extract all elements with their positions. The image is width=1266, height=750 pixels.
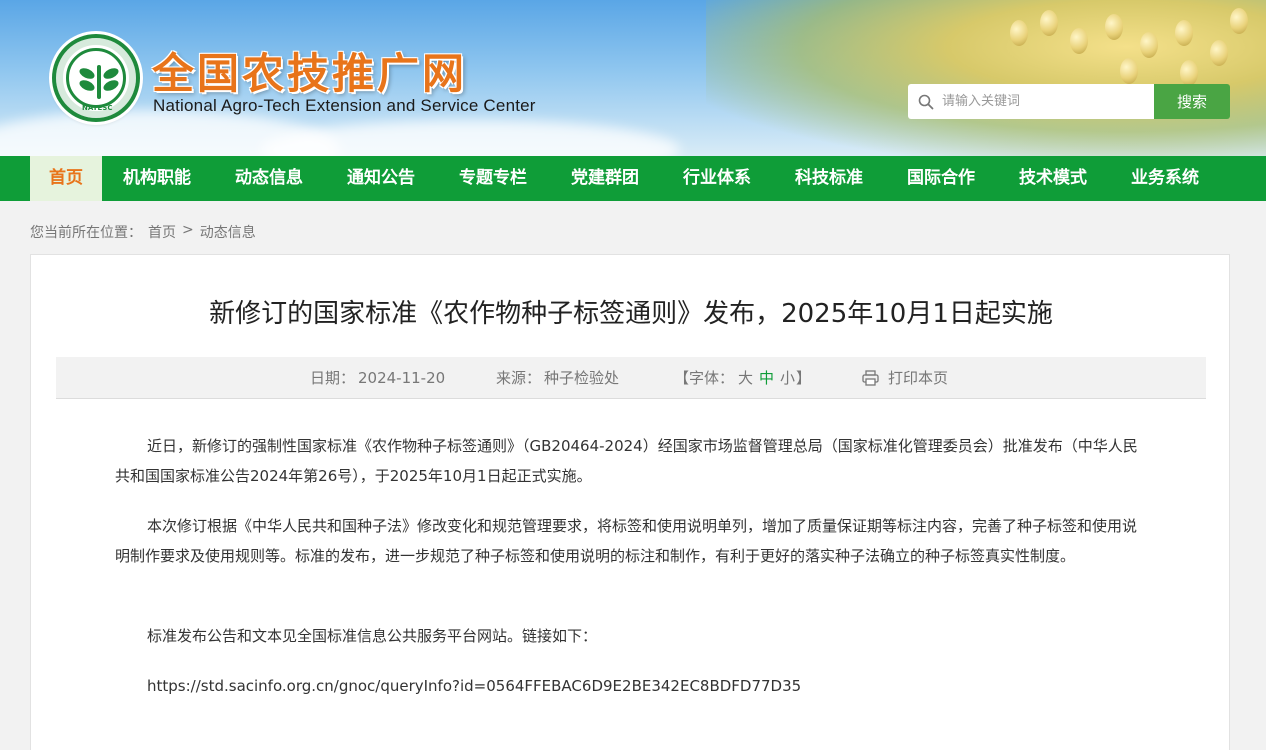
logo-emblem (66, 48, 126, 108)
nav-item-international[interactable]: 国际合作 (891, 156, 991, 201)
breadcrumb: 您当前所在位置： 首页 > 动态信息 (30, 222, 256, 242)
breadcrumb-current[interactable]: 动态信息 (200, 222, 256, 242)
article-paragraph: 本次修订根据《中华人民共和国种子法》修改变化和规范管理要求，将标签和使用说明单列… (115, 517, 1138, 565)
header-banner: NATESC 全国农技推广网 National Agro-Tech Extens… (0, 0, 1266, 156)
grain-decoration (1230, 8, 1248, 34)
logo-leaf (77, 78, 97, 93)
search-icon (918, 94, 934, 109)
site-logo[interactable]: NATESC (52, 34, 140, 122)
date-label: 日期： (310, 369, 356, 387)
grain-decoration (1040, 10, 1058, 36)
breadcrumb-prefix: 您当前所在位置： (30, 225, 142, 241)
logo-leaf (101, 66, 121, 81)
font-size-open: 【字体： (674, 369, 735, 387)
logo-leaf (101, 78, 121, 93)
logo-leaf (77, 66, 97, 81)
source-label: 来源： (496, 369, 542, 387)
nav-item-industry[interactable]: 行业体系 (667, 156, 767, 201)
font-size-close: 】 (796, 369, 812, 387)
grain-decoration (1140, 32, 1158, 58)
search-box (908, 84, 1154, 119)
print-page-link[interactable]: 打印本页 (888, 357, 948, 399)
grain-decoration (1175, 20, 1193, 46)
search-button[interactable]: 搜索 (1154, 84, 1230, 119)
nav-item-techniques[interactable]: 技术模式 (1003, 156, 1103, 201)
font-medium-button[interactable]: 中 (759, 357, 774, 399)
logo-abbrev: NATESC (82, 104, 113, 112)
printer-icon[interactable] (862, 370, 879, 386)
nav-item-party[interactable]: 党建群团 (555, 156, 655, 201)
breadcrumb-separator: > (182, 222, 194, 238)
article-date: 2024-11-20 (358, 369, 446, 387)
article-paragraph: 标准发布公告和文本见全国标准信息公共服务平台网站。链接如下： (147, 627, 598, 645)
nav-item-home[interactable]: 首页 (30, 156, 102, 201)
standard-link[interactable]: https://std.sacinfo.org.cn/gnoc/queryInf… (147, 671, 1177, 701)
search-input[interactable] (942, 86, 1142, 117)
article-source: 种子检验处 (544, 369, 620, 387)
logo-stem (97, 65, 101, 99)
nav-item-news[interactable]: 动态信息 (219, 156, 319, 201)
grain-decoration (1010, 20, 1028, 46)
site-title-cn[interactable]: 全国农技推广网 (152, 40, 467, 101)
article-paragraph: 近日，新修订的强制性国家标准《农作物种子标签通则》（GB20464-2024）经… (115, 437, 1138, 485)
article-panel: 新修订的国家标准《农作物种子标签通则》发布，2025年10月1日起实施 日期： … (30, 254, 1230, 750)
nav-item-organization[interactable]: 机构职能 (107, 156, 207, 201)
nav-item-topics[interactable]: 专题专栏 (443, 156, 543, 201)
cloud-decoration (260, 120, 680, 156)
main-nav: 首页 机构职能 动态信息 通知公告 专题专栏 党建群团 行业体系 科技标准 国际… (0, 156, 1266, 201)
nav-item-standards[interactable]: 科技标准 (779, 156, 879, 201)
article-title: 新修订的国家标准《农作物种子标签通则》发布，2025年10月1日起实施 (209, 299, 1053, 329)
font-small-button[interactable]: 小 (780, 357, 795, 399)
grain-decoration (1210, 40, 1228, 66)
site-title-en: National Agro-Tech Extension and Service… (153, 96, 536, 115)
font-large-button[interactable]: 大 (738, 357, 753, 399)
grain-decoration (1070, 28, 1088, 54)
article-meta-bar: 日期： 2024-11-20 来源： 种子检验处 【字体： 大 中 小 】 打印… (56, 357, 1206, 399)
grain-decoration (1105, 14, 1123, 40)
nav-item-systems[interactable]: 业务系统 (1115, 156, 1215, 201)
grain-decoration (1180, 60, 1198, 86)
breadcrumb-home[interactable]: 首页 (148, 222, 176, 242)
grain-decoration (1120, 58, 1138, 84)
nav-item-notices[interactable]: 通知公告 (331, 156, 431, 201)
